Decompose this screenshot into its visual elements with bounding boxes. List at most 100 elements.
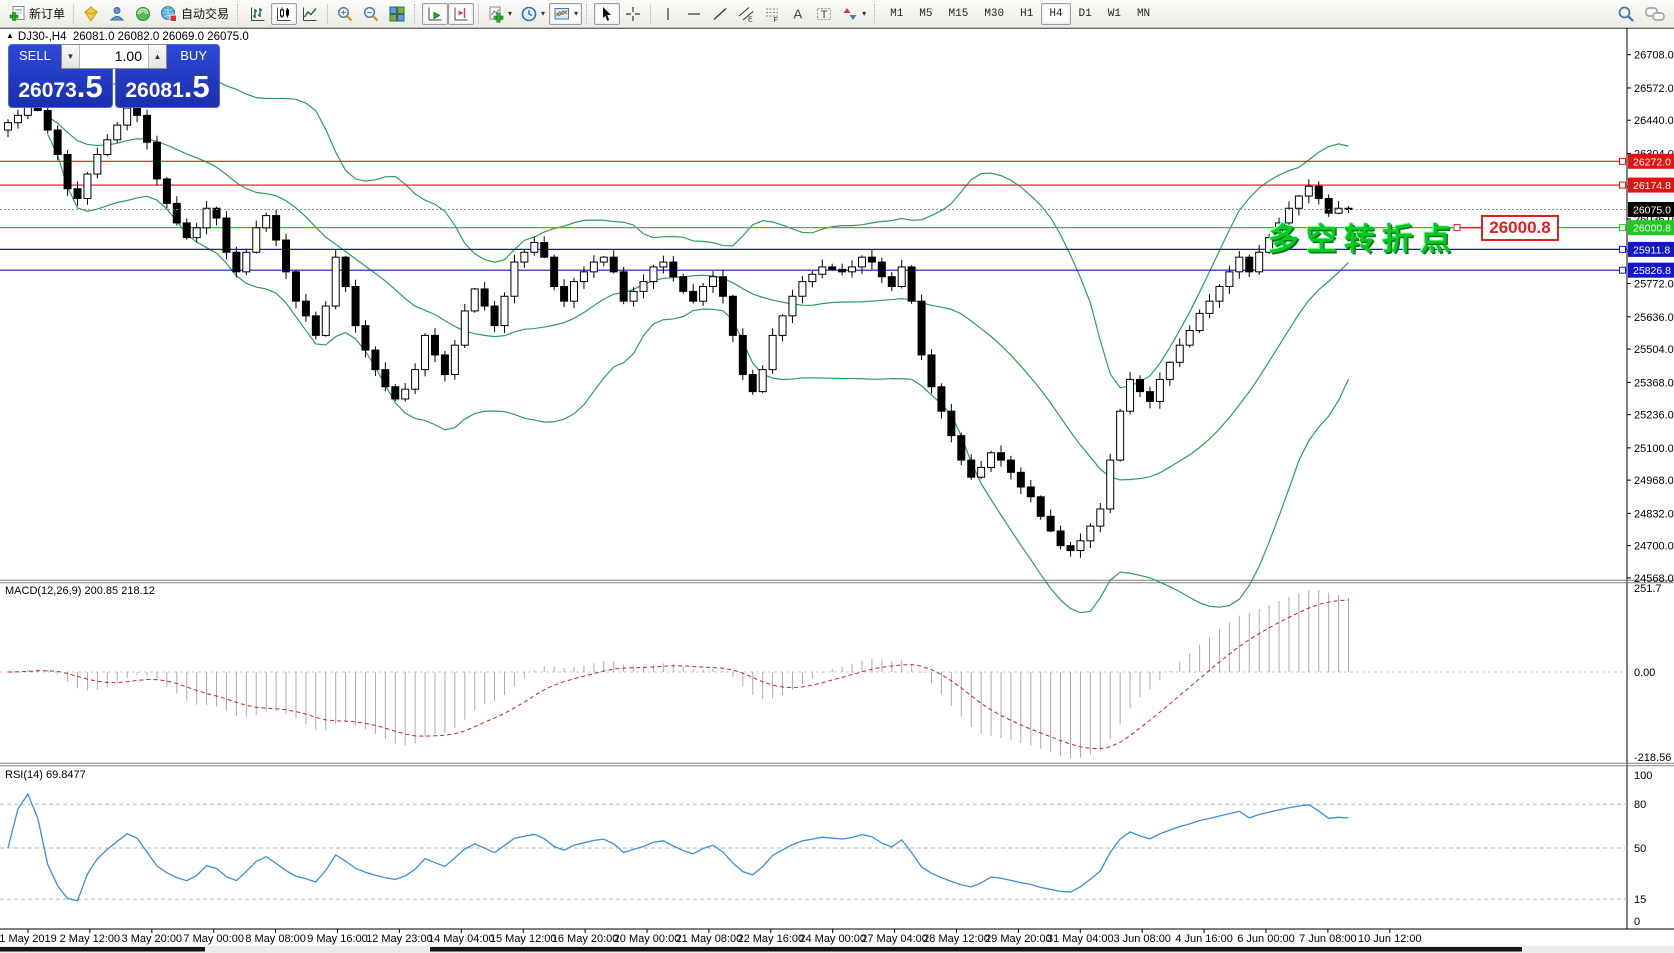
candles-chart-icon — [275, 5, 293, 23]
chart-line-button[interactable] — [297, 3, 323, 25]
zoom-in-button[interactable] — [332, 3, 358, 25]
arrows-dropdown[interactable]: ▾ — [837, 3, 870, 25]
macd-value-main: 200.85 — [84, 585, 118, 597]
timeframe-m30[interactable]: M30 — [976, 3, 1012, 25]
dropdown-caret: ▾ — [862, 10, 866, 18]
chat-bubbles-icon — [1644, 4, 1666, 24]
timeframe-d1[interactable]: D1 — [1071, 3, 1100, 25]
autotrading-button[interactable]: 自动交易 — [156, 3, 233, 25]
signals-button[interactable] — [130, 3, 156, 25]
chart-bars-button[interactable] — [245, 3, 271, 25]
svg-text:25504.0: 25504.0 — [1634, 344, 1674, 356]
svg-text:27 May 04:00: 27 May 04:00 — [861, 933, 928, 945]
text-label-icon: T — [815, 5, 833, 23]
chart-title: ▲ DJ30-,H4 26081.0 26082.0 26069.0 26075.… — [6, 31, 249, 43]
clock-icon — [520, 5, 538, 23]
bars-chart-icon — [249, 5, 267, 23]
timeframe-h1[interactable]: H1 — [1012, 3, 1041, 25]
tile-windows-icon — [388, 5, 406, 23]
tile-windows-button[interactable] — [384, 3, 410, 25]
svg-text:3 Jun 08:00: 3 Jun 08:00 — [1113, 933, 1171, 945]
channel-tool[interactable]: E — [733, 3, 759, 25]
volume-decrease-button[interactable]: ▼ — [62, 45, 80, 68]
timeframe-h4[interactable]: H4 — [1041, 3, 1070, 25]
label-tool[interactable]: T — [811, 3, 837, 25]
zoom-out-button[interactable] — [358, 3, 384, 25]
zoom-in-icon — [336, 5, 354, 23]
indicators-icon — [487, 5, 505, 23]
timeframe-m1[interactable]: M1 — [882, 3, 911, 25]
timeframe-mn[interactable]: MN — [1129, 3, 1158, 25]
cursor-arrow-icon — [598, 5, 616, 23]
text-tool[interactable]: A — [785, 3, 811, 25]
new-order-button[interactable]: 新订单 — [4, 3, 69, 25]
gem-icon — [82, 5, 100, 23]
dropdown-caret: ▾ — [508, 10, 512, 18]
svg-text:29 May 20:00: 29 May 20:00 — [985, 933, 1052, 945]
cursor-button[interactable] — [594, 3, 620, 25]
chart-text-annotation[interactable]: 多空转折点 — [1268, 214, 1458, 259]
metaeditor-button[interactable] — [78, 3, 104, 25]
timeframe-group: M1M5M15M30H1H4D1W1MN — [882, 3, 1158, 25]
svg-text:-218.56: -218.56 — [1634, 752, 1671, 764]
svg-text:26000.8: 26000.8 — [1633, 223, 1671, 235]
svg-text:7 Jun 08:00: 7 Jun 08:00 — [1299, 933, 1357, 945]
svg-text:80: 80 — [1634, 799, 1646, 811]
timeframe-w1[interactable]: W1 — [1100, 3, 1129, 25]
periods-dropdown[interactable]: ▾ — [516, 3, 549, 25]
person-icon — [108, 5, 126, 23]
indicators-dropdown[interactable]: ▾ — [483, 3, 516, 25]
collapse-triangle-icon[interactable]: ▲ — [6, 31, 14, 40]
symbol-period: DJ30-,H4 — [18, 31, 67, 43]
autotrading-icon — [160, 5, 178, 23]
fibonacci-tool[interactable]: F — [759, 3, 785, 25]
new-order-label: 新订单 — [29, 5, 65, 22]
svg-text:T: T — [821, 9, 828, 21]
text-a-icon: A — [789, 5, 807, 23]
toolbar-separator — [478, 4, 479, 24]
svg-text:10 Jun 12:00: 10 Jun 12:00 — [1358, 933, 1422, 945]
search-button[interactable] — [1612, 3, 1640, 25]
chart-canvas[interactable]: 26708.026572.026440.026304.026168.026036… — [0, 28, 1674, 953]
templates-dropdown[interactable]: ▾ — [549, 3, 582, 25]
ohlc-values: 26081.0 26082.0 26069.0 26075.0 — [73, 31, 249, 43]
horizontal-line-tool[interactable] — [681, 3, 707, 25]
sell-price: 26073.5 — [9, 69, 112, 105]
timeframe-m15[interactable]: M15 — [941, 3, 977, 25]
chart-shift-button[interactable] — [448, 3, 474, 25]
svg-text:1 May 2019: 1 May 2019 — [0, 933, 57, 945]
svg-text:22 May 16:00: 22 May 16:00 — [737, 933, 804, 945]
crosshair-icon — [624, 5, 642, 23]
crosshair-button[interactable] — [620, 3, 646, 25]
svg-text:26708.0: 26708.0 — [1634, 50, 1674, 62]
trendline-tool[interactable] — [707, 3, 733, 25]
svg-text:25236.0: 25236.0 — [1634, 410, 1674, 422]
volume-increase-button[interactable]: ▲ — [148, 45, 166, 68]
svg-text:16 May 20:00: 16 May 20:00 — [552, 933, 619, 945]
vertical-line-icon — [659, 5, 677, 23]
price-callout-label[interactable]: 26000.8 — [1481, 215, 1559, 241]
volume-input[interactable]: 1.00 — [80, 45, 148, 68]
svg-text:24 May 00:00: 24 May 00:00 — [799, 933, 866, 945]
rsi-label: RSI(14) 69.8477 — [5, 769, 86, 781]
auto-scroll-button[interactable] — [422, 3, 448, 25]
toolbar-grip — [414, 4, 418, 24]
svg-text:15 May 12:00: 15 May 12:00 — [490, 933, 557, 945]
svg-text:31 May 04:00: 31 May 04:00 — [1047, 933, 1114, 945]
autotrading-label: 自动交易 — [181, 5, 229, 22]
chart-candles-button[interactable] — [271, 3, 297, 25]
community-button[interactable] — [104, 3, 130, 25]
svg-text:E: E — [748, 16, 753, 23]
buy-label: BUY — [180, 48, 207, 63]
chat-button[interactable] — [1640, 3, 1670, 25]
toolbar-grip — [237, 4, 241, 24]
buy-price: 26081.5 — [116, 69, 219, 105]
svg-text:25100.0: 25100.0 — [1634, 443, 1674, 455]
vertical-line-tool[interactable] — [655, 3, 681, 25]
trendline-icon — [711, 5, 729, 23]
trading-terminal: 新订单 自动交易 — [0, 0, 1674, 953]
svg-text:26174.8: 26174.8 — [1633, 180, 1671, 192]
svg-text:100: 100 — [1634, 770, 1652, 782]
timeframe-m5[interactable]: M5 — [911, 3, 940, 25]
svg-text:F: F — [774, 17, 778, 23]
